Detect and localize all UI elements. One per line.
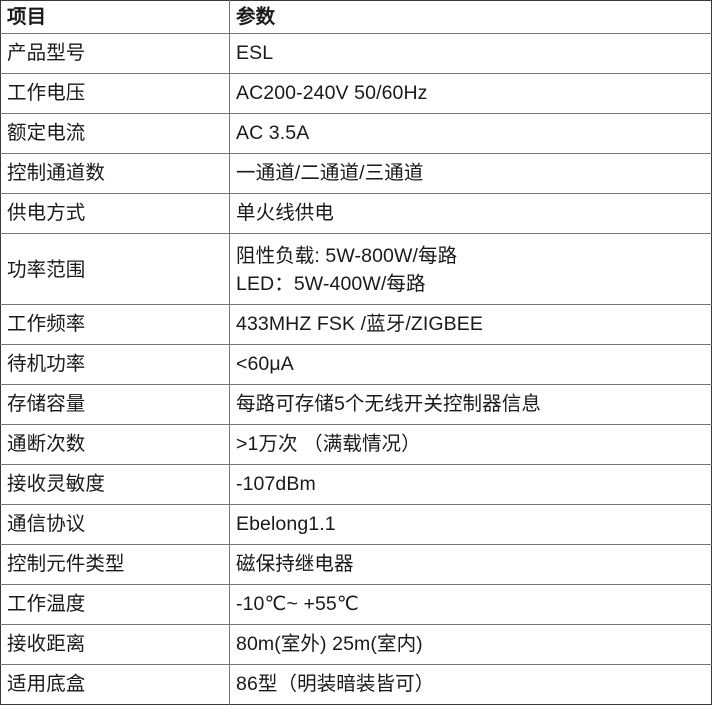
- table-row: 功率范围 阻性负载: 5W-800W/每路 LED：5W-400W/每路: [0, 233, 712, 305]
- table-row: 适用底盒 86型（明装暗装皆可）: [0, 664, 712, 705]
- table-row: 待机功率 <60μA: [0, 344, 712, 385]
- row-value-working-voltage: AC200-240V 50/60Hz: [229, 73, 712, 114]
- table-body: 产品型号 ESL 工作电压 AC200-240V 50/60Hz 额定电流 AC…: [0, 33, 712, 705]
- row-value-storage-capacity: 每路可存储5个无线开关控制器信息: [229, 384, 712, 425]
- row-label-receive-sensitivity: 接收灵敏度: [0, 464, 230, 505]
- row-label-switching-cycles: 通断次数: [0, 424, 230, 465]
- table-row: 产品型号 ESL: [0, 33, 712, 74]
- table-row: 额定电流 AC 3.5A: [0, 113, 712, 154]
- table-row: 工作频率 433MHZ FSK /蓝牙/ZIGBEE: [0, 304, 712, 345]
- table-row: 接收灵敏度 -107dBm: [0, 464, 712, 505]
- power-range-resistive-load: 阻性负载: 5W-800W/每路: [236, 244, 458, 267]
- table-row: 工作温度 -10℃~ +55℃: [0, 584, 712, 625]
- table-header: 项目 参数: [0, 0, 712, 34]
- row-label-compatible-back-box: 适用底盒: [0, 664, 230, 705]
- row-label-working-frequency: 工作频率: [0, 304, 230, 345]
- power-range-lines: 阻性负载: 5W-800W/每路 LED：5W-400W/每路: [236, 242, 711, 299]
- row-label-rated-current: 额定电流: [0, 113, 230, 154]
- table-row: 接收距离 80m(室外) 25m(室内): [0, 624, 712, 665]
- table-header-row: 项目 参数: [0, 0, 712, 34]
- row-value-product-model: ESL: [229, 33, 712, 74]
- row-value-control-element-type: 磁保持继电器: [229, 544, 712, 585]
- table-row: 控制元件类型 磁保持继电器: [0, 544, 712, 585]
- row-label-product-model: 产品型号: [0, 33, 230, 74]
- table-row: 通信协议 Ebelong1.1: [0, 504, 712, 545]
- row-value-standby-power: <60μA: [229, 344, 712, 385]
- column-header-item: 项目: [0, 0, 230, 34]
- table-row: 存储容量 每路可存储5个无线开关控制器信息: [0, 384, 712, 425]
- row-label-power-range: 功率范围: [0, 233, 230, 305]
- table-row: 供电方式 单火线供电: [0, 193, 712, 234]
- column-header-parameter: 参数: [229, 0, 712, 34]
- power-range-led: LED：5W-400W/每路: [236, 273, 426, 295]
- row-value-control-channels: 一通道/二通道/三通道: [229, 153, 712, 194]
- row-value-receive-distance: 80m(室外) 25m(室内): [229, 624, 712, 665]
- row-label-control-channels: 控制通道数: [0, 153, 230, 194]
- row-value-working-temperature: -10℃~ +55℃: [229, 584, 712, 625]
- row-label-standby-power: 待机功率: [0, 344, 230, 385]
- table-row: 控制通道数 一通道/二通道/三通道: [0, 153, 712, 194]
- row-value-receive-sensitivity: -107dBm: [229, 464, 712, 505]
- row-label-working-voltage: 工作电压: [0, 73, 230, 114]
- row-label-communication-protocol: 通信协议: [0, 504, 230, 545]
- row-label-receive-distance: 接收距离: [0, 624, 230, 665]
- row-label-working-temperature: 工作温度: [0, 584, 230, 625]
- row-label-storage-capacity: 存储容量: [0, 384, 230, 425]
- row-value-power-supply-mode: 单火线供电: [229, 193, 712, 234]
- row-value-communication-protocol: Ebelong1.1: [229, 504, 712, 545]
- table-row: 工作电压 AC200-240V 50/60Hz: [0, 73, 712, 114]
- row-value-working-frequency: 433MHZ FSK /蓝牙/ZIGBEE: [229, 304, 712, 345]
- row-value-rated-current: AC 3.5A: [229, 113, 712, 154]
- row-label-control-element-type: 控制元件类型: [0, 544, 230, 585]
- row-label-power-supply-mode: 供电方式: [0, 193, 230, 234]
- row-value-power-range: 阻性负载: 5W-800W/每路 LED：5W-400W/每路: [229, 233, 712, 305]
- row-value-switching-cycles: >1万次 （满载情况）: [229, 424, 712, 465]
- specification-table: 项目 参数 产品型号 ESL 工作电压 AC200-240V 50/60Hz 额…: [0, 0, 712, 705]
- table-row: 通断次数 >1万次 （满载情况）: [0, 424, 712, 465]
- row-value-compatible-back-box: 86型（明装暗装皆可）: [236, 673, 435, 696]
